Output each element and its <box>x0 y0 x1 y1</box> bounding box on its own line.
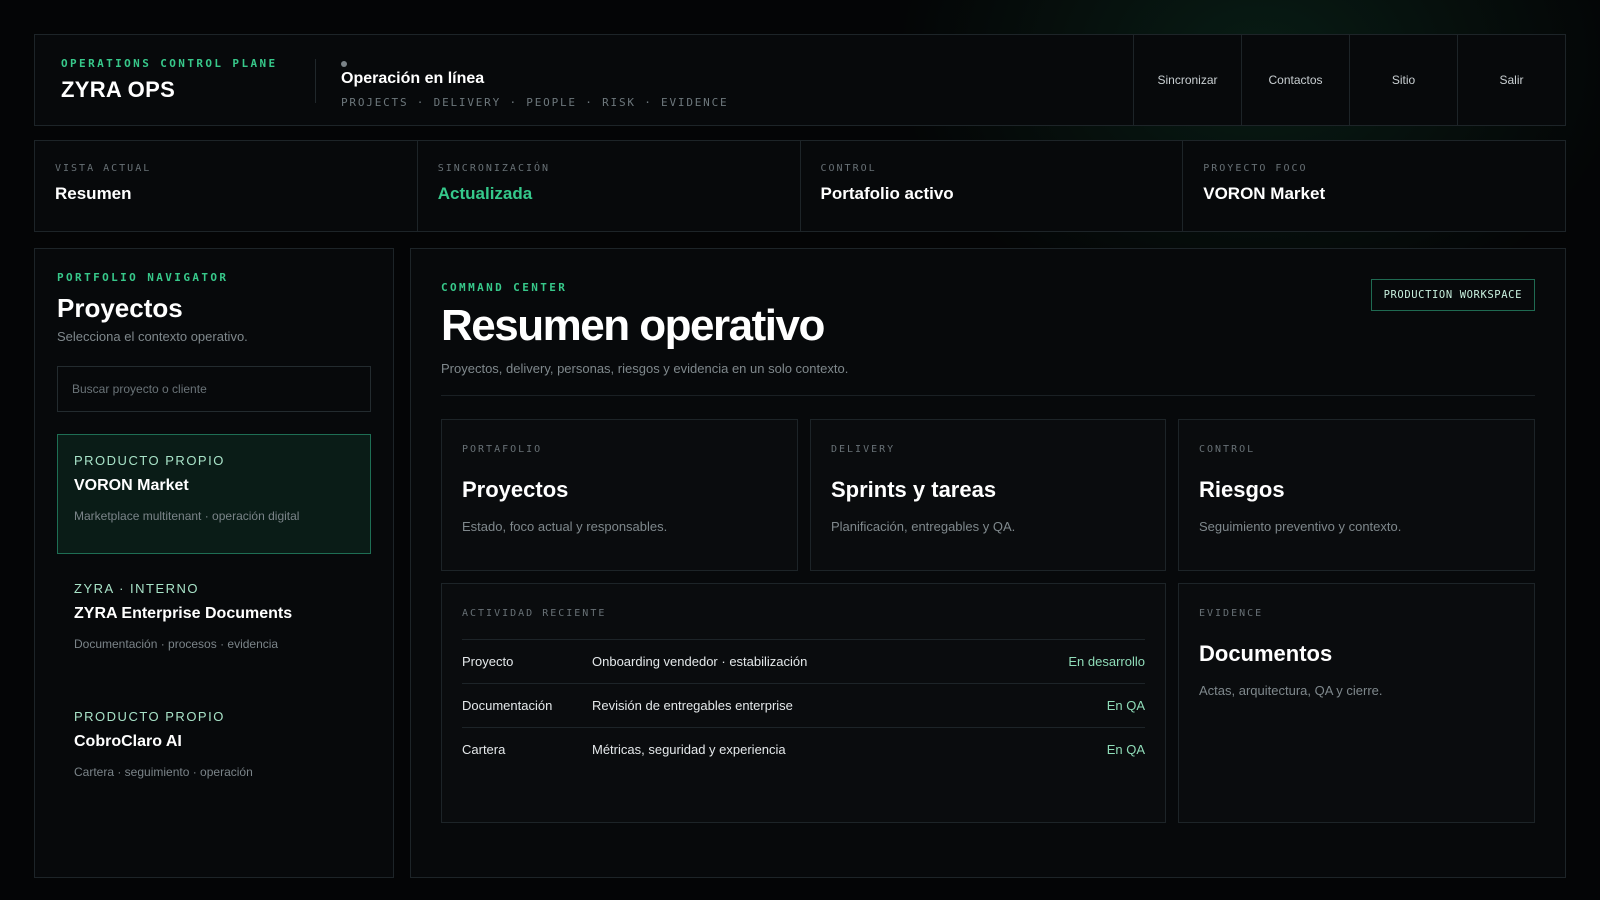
app-name: ZYRA OPS <box>61 77 176 102</box>
card-label: CONTROL <box>1199 444 1256 455</box>
strip-label: CONTROL <box>820 163 877 174</box>
strip-current-view: VISTA ACTUAL Resumen <box>35 141 418 231</box>
search-input[interactable] <box>72 382 356 396</box>
card-title: Documentos <box>1199 641 1333 666</box>
status-strip: VISTA ACTUAL Resumen SINCRONIZACIÓN Actu… <box>34 140 1566 232</box>
card-portfolio[interactable]: PORTAFOLIO Proyectos Estado, foco actual… <box>441 419 798 571</box>
card-label: PORTAFOLIO <box>462 444 543 455</box>
card-delivery[interactable]: DELIVERY Sprints y tareas Planificación,… <box>810 419 1166 571</box>
activity-desc: Métricas, seguridad y experiencia <box>592 742 786 757</box>
strip-focus-project: PROYECTO FOCO VORON Market <box>1183 141 1565 231</box>
activity-label: ACTIVIDAD RECIENTE <box>462 608 607 619</box>
contacts-button[interactable]: Contactos <box>1241 35 1349 125</box>
section-divider <box>441 395 1535 396</box>
card-desc: Seguimiento preventivo y contexto. <box>1199 519 1402 534</box>
portfolio-sidebar: PORTFOLIO NAVIGATOR Proyectos Selecciona… <box>34 248 394 878</box>
project-name: ZYRA Enterprise Documents <box>74 605 293 622</box>
strip-label: PROYECTO FOCO <box>1203 163 1308 174</box>
sidebar-subtitle: Selecciona el contexto operativo. <box>57 329 248 344</box>
activity-row[interactable]: Cartera Métricas, seguridad y experienci… <box>462 727 1145 771</box>
card-desc: Planificación, entregables y QA. <box>831 519 1016 534</box>
project-tag: ZYRA · INTERNO <box>74 581 200 596</box>
project-name: VORON Market <box>74 477 189 494</box>
card-control[interactable]: CONTROL Riesgos Seguimiento preventivo y… <box>1178 419 1535 571</box>
project-desc: Marketplace multitenant · operación digi… <box>74 509 300 523</box>
project-item-cobroclaro-ai[interactable]: PRODUCTO PROPIO CobroClaro AI Cartera · … <box>57 690 371 810</box>
page-subtitle: Proyectos, delivery, personas, riesgos y… <box>441 361 849 376</box>
activity-list: Proyecto Onboarding vendedor · estabiliz… <box>462 639 1145 771</box>
activity-type: Cartera <box>462 742 506 757</box>
recent-activity: ACTIVIDAD RECIENTE Proyecto Onboarding v… <box>441 583 1166 823</box>
sidebar-title: Proyectos <box>57 293 183 323</box>
main-eyebrow: COMMAND CENTER <box>441 281 568 294</box>
activity-row[interactable]: Proyecto Onboarding vendedor · estabiliz… <box>462 639 1145 683</box>
strip-value: Actualizada <box>437 184 533 203</box>
command-center: COMMAND CENTER Resumen operativo Proyect… <box>410 248 1566 878</box>
activity-status: En QA <box>1106 698 1145 713</box>
activity-status: En desarrollo <box>1068 654 1145 669</box>
card-title: Proyectos <box>462 477 569 502</box>
activity-type: Documentación <box>462 698 553 713</box>
search-box <box>57 366 371 412</box>
status-dot-icon <box>341 61 347 67</box>
project-item-voron-market[interactable]: PRODUCTO PROPIO VORON Market Marketplace… <box>57 434 371 554</box>
status-title: Operación en línea <box>341 70 485 87</box>
project-tag: PRODUCTO PROPIO <box>74 453 225 468</box>
operation-status: Operación en línea PROJECTS · DELIVERY ·… <box>341 61 728 109</box>
sync-button[interactable]: Sincronizar <box>1133 35 1241 125</box>
card-desc: Estado, foco actual y responsables. <box>462 519 668 534</box>
logout-button[interactable]: Salir <box>1457 35 1565 125</box>
page-title: Resumen operativo <box>441 301 825 350</box>
header-actions: Sincronizar Contactos Sitio Salir <box>1133 35 1565 125</box>
card-title: Riesgos <box>1199 477 1285 502</box>
strip-sync: SINCRONIZACIÓN Actualizada <box>418 141 801 231</box>
project-tag: PRODUCTO PROPIO <box>74 709 225 724</box>
card-title: Sprints y tareas <box>831 477 997 502</box>
card-desc: Actas, arquitectura, QA y cierre. <box>1199 683 1383 698</box>
project-name: CobroClaro AI <box>74 733 182 750</box>
strip-value: Resumen <box>55 184 132 203</box>
brand-eyebrow: OPERATIONS CONTROL PLANE <box>61 57 278 70</box>
brand-block: OPERATIONS CONTROL PLANE ZYRA OPS <box>61 57 278 103</box>
strip-value: VORON Market <box>1203 184 1326 203</box>
header-divider <box>315 59 316 103</box>
card-label: DELIVERY <box>831 444 896 455</box>
activity-row[interactable]: Documentación Revisión de entregables en… <box>462 683 1145 727</box>
activity-type: Proyecto <box>462 654 514 669</box>
top-header: OPERATIONS CONTROL PLANE ZYRA OPS Operac… <box>34 34 1566 126</box>
project-desc: Documentación · procesos · evidencia <box>74 637 279 651</box>
strip-value: Portafolio activo <box>820 184 954 203</box>
workspace-badge: PRODUCTION WORKSPACE <box>1370 279 1535 311</box>
card-evidence[interactable]: EVIDENCE Documentos Actas, arquitectura,… <box>1178 583 1535 823</box>
activity-desc: Revisión de entregables enterprise <box>592 698 793 713</box>
site-button[interactable]: Sitio <box>1349 35 1457 125</box>
project-desc: Cartera · seguimiento · operación <box>74 765 253 779</box>
card-label: EVIDENCE <box>1199 608 1264 619</box>
project-item-zyra-enterprise-documents[interactable]: ZYRA · INTERNO ZYRA Enterprise Documents… <box>57 562 371 682</box>
strip-label: VISTA ACTUAL <box>55 163 152 174</box>
sidebar-eyebrow: PORTFOLIO NAVIGATOR <box>57 271 229 284</box>
strip-label: SINCRONIZACIÓN <box>437 163 551 174</box>
activity-status: En QA <box>1106 742 1145 757</box>
module-list: PROJECTS · DELIVERY · PEOPLE · RISK · EV… <box>341 96 729 109</box>
strip-control: CONTROL Portafolio activo <box>801 141 1184 231</box>
activity-desc: Onboarding vendedor · estabilización <box>592 654 808 669</box>
